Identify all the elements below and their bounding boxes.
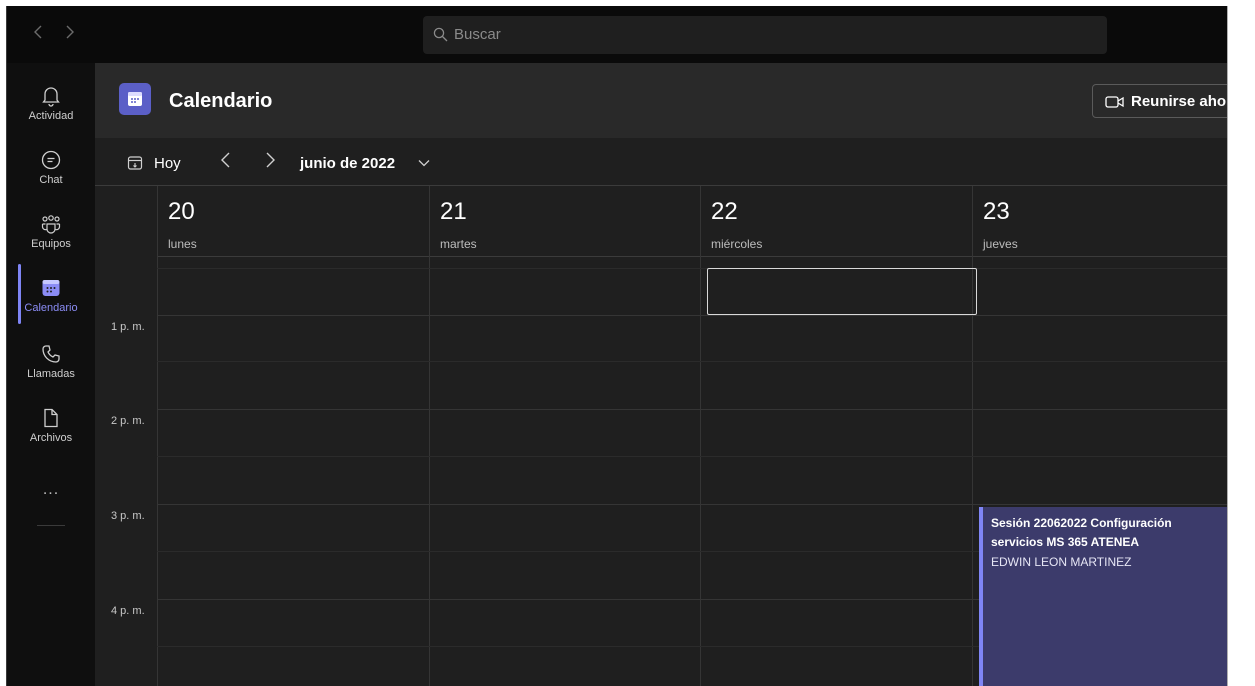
next-week-button[interactable] <box>265 150 277 174</box>
video-camera-icon <box>1105 96 1124 108</box>
event-organizer: EDWIN LEON MARTINEZ <box>991 555 1132 569</box>
phone-icon <box>42 345 60 363</box>
calendar-header: Calendario Reunirse ahora <box>95 63 1228 138</box>
day-name: miércoles <box>711 237 763 251</box>
column-divider <box>157 186 158 686</box>
title-bar: Buscar <box>7 6 1228 63</box>
column-divider <box>429 186 430 686</box>
bell-icon <box>42 87 60 107</box>
event-title: Sesión 22062022 Configuración servicios … <box>991 516 1172 549</box>
calendar-icon <box>128 92 142 106</box>
hour-line <box>157 315 1228 316</box>
more-apps-button[interactable]: ... <box>7 481 95 499</box>
rail-label: Chat <box>39 174 63 186</box>
time-label: 2 p. m. <box>111 415 145 427</box>
teams-icon <box>41 215 61 234</box>
rail-label: Llamadas <box>27 368 75 380</box>
rail-item-equipos[interactable]: Equipos <box>7 213 95 250</box>
rail-item-actividad[interactable]: Actividad <box>7 85 95 122</box>
chevron-right-icon <box>266 152 275 168</box>
selected-time-slot[interactable] <box>707 268 977 315</box>
rail-label: Actividad <box>28 110 74 122</box>
calendar-toolbar: Hoy junio de 2022 <box>95 138 1228 186</box>
meet-now-label: Reunirse ahora <box>1131 93 1228 110</box>
header-divider <box>157 256 1228 257</box>
rail-label: Calendario <box>24 302 78 314</box>
time-label: 3 p. m. <box>111 510 145 522</box>
hour-line <box>157 409 1228 410</box>
chevron-left-icon <box>221 152 230 168</box>
today-icon[interactable] <box>127 155 143 171</box>
calendar-app-logo <box>119 83 151 115</box>
window-edge <box>1227 6 1228 686</box>
chevron-left-icon <box>34 25 42 39</box>
forward-button[interactable] <box>65 24 75 45</box>
day-name: martes <box>440 237 477 251</box>
chevron-right-icon <box>66 25 74 39</box>
back-button[interactable] <box>33 24 43 45</box>
day-number: 20 <box>168 198 195 225</box>
chat-icon <box>41 150 61 170</box>
day-name: lunes <box>168 237 197 251</box>
hour-line <box>157 504 1228 505</box>
rail-item-calendario[interactable]: Calendario <box>7 277 95 314</box>
calendar-event[interactable]: Sesión 22062022 Configuración servicios … <box>979 507 1228 686</box>
previous-week-button[interactable] <box>219 150 231 174</box>
rail-item-chat[interactable]: Chat <box>7 149 95 186</box>
day-header-tuesday[interactable]: 21 martes <box>429 186 699 256</box>
day-number: 21 <box>440 198 467 225</box>
today-button[interactable]: Hoy <box>154 155 181 172</box>
day-header-thursday[interactable]: 23 jueves <box>972 186 1228 256</box>
teams-window: Buscar Actividad Chat Equipos Calendario… <box>6 6 1228 686</box>
page-title: Calendario <box>169 90 273 112</box>
day-header-monday[interactable]: 20 lunes <box>157 186 427 256</box>
half-hour-line <box>157 361 1228 362</box>
day-number: 23 <box>983 198 1010 225</box>
half-hour-line <box>157 456 1228 457</box>
search-icon <box>433 27 448 42</box>
file-icon <box>44 408 58 428</box>
meet-now-button[interactable]: Reunirse ahora <box>1092 84 1228 118</box>
rail-item-archivos[interactable]: Archivos <box>7 407 95 444</box>
half-hour-line <box>157 268 1228 269</box>
time-label: 4 p. m. <box>111 605 145 617</box>
rail-label: Archivos <box>29 432 73 444</box>
search-input[interactable]: Buscar <box>423 16 1107 54</box>
search-placeholder: Buscar <box>454 26 501 43</box>
day-number: 22 <box>711 198 738 225</box>
day-name: jueves <box>983 237 1018 251</box>
rail-divider <box>37 525 65 526</box>
column-divider <box>700 186 701 686</box>
chevron-down-icon[interactable] <box>417 156 431 170</box>
calendar-icon <box>42 280 60 296</box>
rail-item-llamadas[interactable]: Llamadas <box>7 343 95 380</box>
time-label: 1 p. m. <box>111 321 145 333</box>
app-rail: Actividad Chat Equipos Calendario Llamad… <box>7 63 95 686</box>
week-grid: 20 lunes 21 martes 22 miércoles 23 jueve… <box>95 186 1228 686</box>
day-header-wednesday[interactable]: 22 miércoles <box>700 186 970 256</box>
rail-label: Equipos <box>31 238 71 250</box>
column-divider <box>972 186 973 686</box>
month-picker[interactable]: junio de 2022 <box>300 155 395 172</box>
